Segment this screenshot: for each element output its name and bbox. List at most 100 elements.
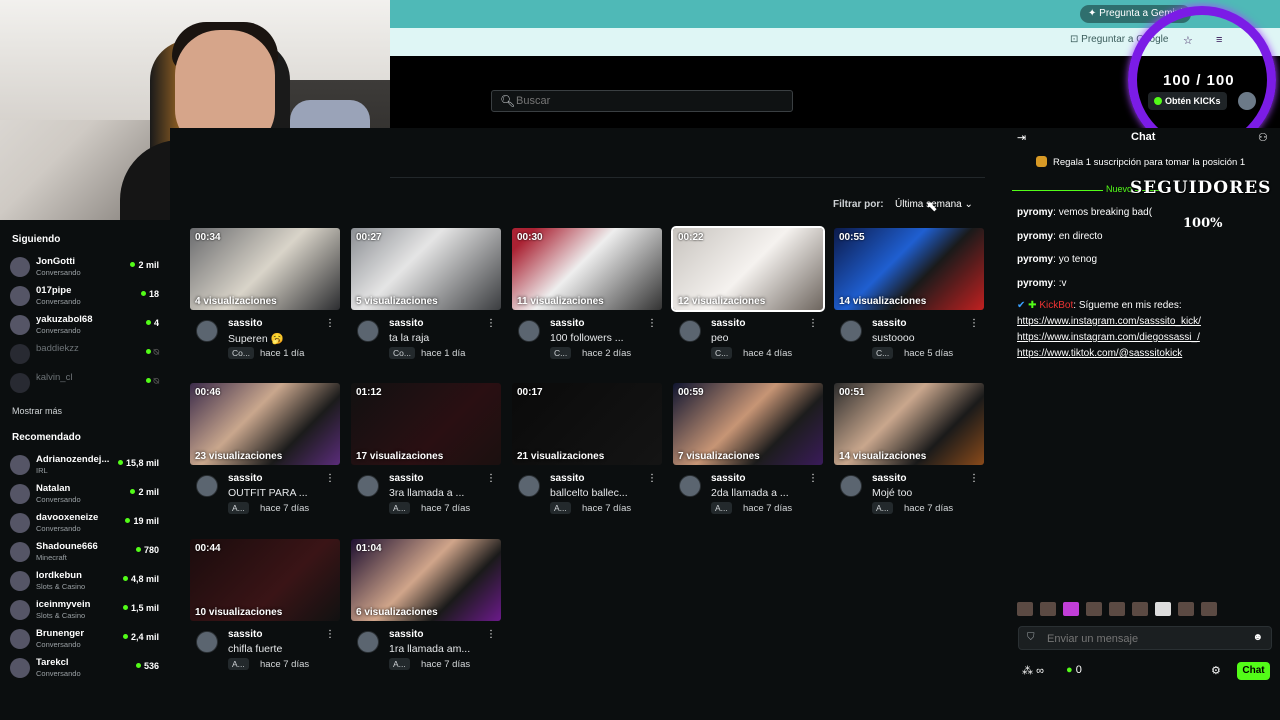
show-more-link[interactable]: Mostrar más	[12, 406, 62, 416]
clip-thumbnail[interactable]: 00:44 10 visualizaciones	[190, 539, 340, 621]
emote-icon[interactable]	[1063, 602, 1079, 616]
avatar[interactable]	[357, 631, 379, 653]
clip-category-tag[interactable]: A...	[550, 502, 571, 514]
clip-channel[interactable]: sassito	[711, 473, 745, 484]
chat-input-box[interactable]: ⛉ ☻	[1018, 626, 1272, 650]
clip-channel[interactable]: sassito	[228, 318, 262, 329]
avatar[interactable]	[518, 320, 540, 342]
clip-category-tag[interactable]: A...	[872, 502, 893, 514]
clip-card[interactable]: 00:51 14 visualizaciones sassito Mojé too A.…	[834, 383, 984, 523]
more-options-icon[interactable]: ⋮	[969, 473, 979, 484]
more-options-icon[interactable]: ⋮	[808, 473, 818, 484]
pinned-gift-banner[interactable]: Regala 1 suscripción para tomar la posic…	[1012, 156, 1274, 176]
kicks-balance[interactable]: ● 0	[1066, 664, 1082, 676]
clip-channel[interactable]: sassito	[228, 473, 262, 484]
clip-card[interactable]: 00:55 14 visualizaciones sassito sustoooo C.…	[834, 228, 984, 368]
chat-username[interactable]: pyromy	[1017, 207, 1053, 218]
emote-icon[interactable]	[1017, 602, 1033, 616]
more-options-icon[interactable]: ⋮	[486, 629, 496, 640]
clip-category-tag[interactable]: A...	[228, 502, 249, 514]
clip-thumbnail[interactable]: 01:04 6 visualizaciones	[351, 539, 501, 621]
clip-title[interactable]: 1ra llamada am...	[389, 643, 489, 655]
chat-input[interactable]	[1047, 631, 1247, 647]
clip-category-tag[interactable]: Co...	[389, 347, 415, 359]
clip-channel[interactable]: sassito	[872, 318, 906, 329]
subscriptions-icon[interactable]: ⁂ ∞	[1022, 664, 1044, 677]
clip-category-tag[interactable]: A...	[228, 658, 249, 670]
more-options-icon[interactable]: ⋮	[969, 318, 979, 329]
clip-category-tag[interactable]: C...	[711, 347, 733, 359]
sidebar-channel-item[interactable]: Natalan Conversando 2 mil	[10, 481, 165, 509]
sidebar-channel-item[interactable]: Shadoune666 Minecraft 780	[10, 539, 165, 567]
clip-card[interactable]: 00:30 11 visualizaciones sassito 100 follow…	[512, 228, 662, 368]
clip-channel[interactable]: sassito	[389, 629, 423, 640]
sidebar-channel-item[interactable]: Tarekcl Conversando 536	[10, 655, 165, 683]
clip-category-tag[interactable]: A...	[389, 658, 410, 670]
more-options-icon[interactable]: ⋮	[325, 318, 335, 329]
notification-off-icon[interactable]: ⍉	[146, 347, 159, 358]
sidebar-channel-item[interactable]: JonGotti Conversando 2 mil	[10, 254, 165, 282]
search-input[interactable]	[516, 93, 776, 109]
clip-category-tag[interactable]: A...	[711, 502, 732, 514]
clip-channel[interactable]: sassito	[550, 318, 584, 329]
clip-title[interactable]: 2da llamada a ...	[711, 487, 811, 499]
chat-username[interactable]: pyromy	[1017, 231, 1053, 242]
clip-channel[interactable]: sassito	[872, 473, 906, 484]
emote-icon[interactable]	[1155, 602, 1171, 616]
more-options-icon[interactable]: ⋮	[325, 629, 335, 640]
clip-thumbnail[interactable]: 00:22 12 visualizaciones	[671, 226, 825, 312]
sidebar-channel-item[interactable]: lordkebun Slots & Casino 4,8 mil	[10, 568, 165, 596]
clip-category-tag[interactable]: C...	[872, 347, 894, 359]
clip-title[interactable]: ta la raja	[389, 332, 489, 344]
sidebar-channel-item[interactable]: baddiekzz ⍉	[10, 341, 165, 369]
more-options-icon[interactable]: ⋮	[647, 473, 657, 484]
avatar[interactable]	[196, 475, 218, 497]
clip-channel[interactable]: sassito	[711, 318, 745, 329]
sidebar-channel-item[interactable]: Adrianozendej... IRL 15,8 mil	[10, 452, 165, 480]
clip-category-tag[interactable]: Co...	[228, 347, 254, 359]
clip-channel[interactable]: sassito	[389, 318, 423, 329]
clip-title[interactable]: chifla fuerte	[228, 643, 328, 655]
clip-channel[interactable]: sassito	[550, 473, 584, 484]
clip-category-tag[interactable]: A...	[389, 502, 410, 514]
clip-title[interactable]: 3ra llamada a ...	[389, 487, 489, 499]
clip-thumbnail[interactable]: 00:34 4 visualizaciones	[190, 228, 340, 310]
clip-thumbnail[interactable]: 00:27 5 visualizaciones	[351, 228, 501, 310]
more-options-icon[interactable]: ⋮	[486, 473, 496, 484]
chat-link[interactable]: https://www.instagram.com/diegossassi_/	[1017, 332, 1200, 343]
clip-thumbnail[interactable]: 00:30 11 visualizaciones	[512, 228, 662, 310]
clip-card[interactable]: 00:44 10 visualizaciones sassito chifla fue…	[190, 539, 340, 679]
sidebar-channel-item[interactable]: davooxeneize Conversando 19 mil	[10, 510, 165, 538]
clip-title[interactable]: ballcelto ballec...	[550, 487, 650, 499]
emote-icon[interactable]	[1178, 602, 1194, 616]
clip-card[interactable]: 00:22 12 visualizaciones sassito peo C... hac…	[671, 226, 825, 368]
sidebar-channel-item[interactable]: Brunenger Conversando 2,4 mil	[10, 626, 165, 654]
avatar[interactable]	[518, 475, 540, 497]
sidebar-channel-item[interactable]: iceinmyvein Slots & Casino 1,5 mil	[10, 597, 165, 625]
emote-icon[interactable]	[1086, 602, 1102, 616]
clip-card[interactable]: 00:34 4 visualizaciones sassito Superen 🥱 Co…	[190, 228, 340, 368]
avatar[interactable]	[840, 475, 862, 497]
clip-category-tag[interactable]: C...	[550, 347, 572, 359]
clip-title[interactable]: sustoooo	[872, 332, 972, 344]
avatar[interactable]	[679, 320, 701, 342]
clip-card[interactable]: 01:04 6 visualizaciones sassito 1ra llamada…	[351, 539, 501, 679]
clip-title[interactable]: 100 followers ...	[550, 332, 650, 344]
avatar[interactable]	[840, 320, 862, 342]
chat-link[interactable]: https://www.tiktok.com/@sasssitokick	[1017, 348, 1182, 359]
emote-icon[interactable]	[1132, 602, 1148, 616]
clip-thumbnail[interactable]: 00:59 7 visualizaciones	[673, 383, 823, 465]
sidebar-channel-item[interactable]: 017pipe Conversando 18	[10, 283, 165, 311]
chat-username[interactable]: pyromy	[1017, 254, 1053, 265]
clip-card[interactable]: 00:27 5 visualizaciones sassito ta la raja C…	[351, 228, 501, 368]
more-options-icon[interactable]: ⋮	[486, 318, 496, 329]
clip-title[interactable]: peo	[711, 332, 811, 344]
notification-off-icon[interactable]: ⍉	[146, 376, 159, 387]
clip-thumbnail[interactable]: 01:12 17 visualizaciones	[351, 383, 501, 465]
emote-icon[interactable]	[1109, 602, 1125, 616]
clip-thumbnail[interactable]: 00:46 23 visualizaciones	[190, 383, 340, 465]
search-bar[interactable]: 🔍︎	[491, 90, 793, 112]
sidebar-channel-item[interactable]: yakuzabol68 Conversando 4	[10, 312, 165, 340]
avatar[interactable]	[357, 475, 379, 497]
gear-icon[interactable]: ⚙	[1211, 664, 1221, 677]
